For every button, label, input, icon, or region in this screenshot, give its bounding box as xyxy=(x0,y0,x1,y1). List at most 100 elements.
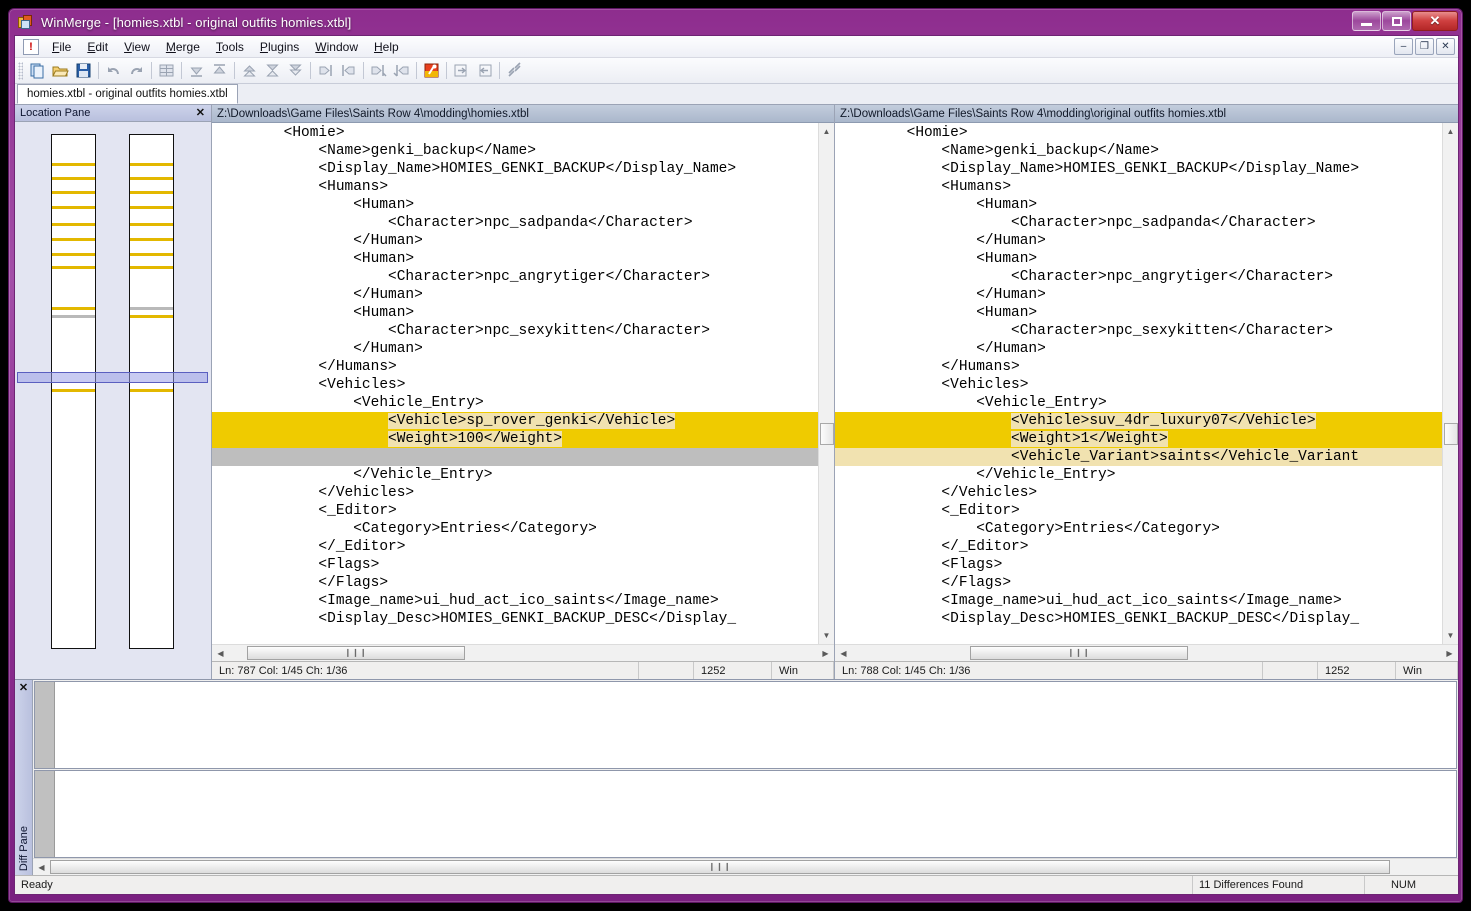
diff-options-icon[interactable] xyxy=(155,60,178,82)
menu-plugins[interactable]: Plugins xyxy=(252,37,307,57)
tab-homies-comparison[interactable]: homies.xtbl - original outfits homies.xt… xyxy=(17,84,238,104)
left-file-path[interactable]: Z:\Downloads\Game Files\Saints Row 4\mod… xyxy=(212,105,834,123)
copy-right-icon[interactable] xyxy=(314,60,337,82)
all-left-icon[interactable] xyxy=(473,60,496,82)
all-right-icon[interactable] xyxy=(450,60,473,82)
location-missing-marker[interactable] xyxy=(130,307,173,310)
location-diff-marker[interactable] xyxy=(130,315,173,318)
location-diff-marker[interactable] xyxy=(52,223,95,226)
diff-pane-hscroll-thumb[interactable]: ❙❙❙ xyxy=(50,859,1390,874)
code-line[interactable]: </Human> xyxy=(212,232,818,250)
location-diff-marker[interactable] xyxy=(130,389,173,392)
code-line[interactable]: <Display_Name>HOMIES_GENKI_BACKUP</Displ… xyxy=(835,160,1442,178)
maximize-button[interactable] xyxy=(1382,11,1411,31)
right-scroll-left-icon[interactable]: ◀ xyxy=(835,645,852,662)
copy-left-and-advance-icon[interactable] xyxy=(390,60,413,82)
right-hscroll-thumb[interactable]: ❙❙❙ xyxy=(970,645,1188,660)
code-line[interactable]: </Vehicles> xyxy=(212,484,818,502)
left-scroll-thumb[interactable] xyxy=(820,423,834,445)
mdi-close-button[interactable]: ✕ xyxy=(1436,38,1455,55)
location-diff-marker[interactable] xyxy=(130,266,173,269)
toolbar-grip[interactable] xyxy=(18,61,23,80)
code-line[interactable]: <Vehicles> xyxy=(835,376,1442,394)
left-scroll-left-icon[interactable]: ◀ xyxy=(212,645,229,662)
diff-pane-left-text[interactable] xyxy=(55,682,1456,768)
right-vertical-scrollbar[interactable]: ▲ ▼ xyxy=(1442,123,1458,644)
diff-pane-right-box[interactable] xyxy=(34,770,1457,858)
location-diff-marker[interactable] xyxy=(130,206,173,209)
first-difference-icon[interactable] xyxy=(238,60,261,82)
code-line[interactable]: <Character>npc_sexykitten</Character> xyxy=(212,322,818,340)
menu-edit[interactable]: Edit xyxy=(79,37,116,57)
right-horizontal-scrollbar[interactable]: ◀ ❙❙❙ ▶ xyxy=(835,644,1458,661)
code-line[interactable]: <Category>Entries</Category> xyxy=(212,520,818,538)
location-diff-marker[interactable] xyxy=(52,206,95,209)
code-line[interactable]: <Humans> xyxy=(835,178,1442,196)
code-line[interactable]: <Vehicle_Entry> xyxy=(212,394,818,412)
menu-help[interactable]: Help xyxy=(366,37,407,57)
refresh-icon[interactable] xyxy=(420,60,443,82)
code-line[interactable]: </Human> xyxy=(212,340,818,358)
code-line[interactable]: <Display_Desc>HOMIES_GENKI_BACKUP_DESC</… xyxy=(835,610,1442,628)
redo-icon[interactable] xyxy=(125,60,148,82)
mdi-document-icon[interactable]: ! xyxy=(23,38,39,55)
next-difference-icon[interactable] xyxy=(185,60,208,82)
right-text-view[interactable]: <Homie> <Name>genki_backup</Name> <Displ… xyxy=(835,123,1442,644)
close-button[interactable]: ✕ xyxy=(1412,11,1458,31)
code-line[interactable]: <Human> xyxy=(835,304,1442,322)
location-missing-marker[interactable] xyxy=(52,315,95,318)
code-line[interactable]: <Category>Entries</Category> xyxy=(835,520,1442,538)
left-scroll-down-icon[interactable]: ▼ xyxy=(819,627,835,644)
left-scroll-right-icon[interactable]: ▶ xyxy=(817,645,834,662)
right-scroll-right-icon[interactable]: ▶ xyxy=(1441,645,1458,662)
code-line[interactable]: <Homie> xyxy=(835,124,1442,142)
copy-right-and-advance-icon[interactable] xyxy=(367,60,390,82)
options-icon[interactable] xyxy=(503,60,526,82)
save-icon[interactable] xyxy=(72,60,95,82)
diff-pane-left-box[interactable] xyxy=(34,681,1457,769)
current-difference-icon[interactable] xyxy=(261,60,284,82)
diff-line[interactable]: <Vehicle>suv_4dr_luxury07</Vehicle> xyxy=(835,412,1442,430)
location-diff-marker[interactable] xyxy=(130,223,173,226)
code-line[interactable]: </Vehicles> xyxy=(835,484,1442,502)
code-line[interactable]: <Character>npc_angrytiger</Character> xyxy=(835,268,1442,286)
code-line[interactable]: <Human> xyxy=(212,250,818,268)
open-icon[interactable] xyxy=(49,60,72,82)
diff-pane-scroll-left-icon[interactable]: ◀ xyxy=(33,859,50,876)
code-line[interactable]: </Human> xyxy=(835,286,1442,304)
diff-pane-hscroll-track[interactable]: ❙❙❙ xyxy=(50,859,1458,876)
location-diff-marker[interactable] xyxy=(52,307,95,310)
mdi-restore-button[interactable]: ❐ xyxy=(1415,38,1434,55)
code-line[interactable]: <_Editor> xyxy=(835,502,1442,520)
code-line[interactable]: <Name>genki_backup</Name> xyxy=(212,142,818,160)
right-hscroll-track[interactable]: ❙❙❙ xyxy=(852,645,1441,662)
diff-line[interactable]: <Vehicle>sp_rover_genki</Vehicle> xyxy=(212,412,818,430)
code-line[interactable]: </Humans> xyxy=(212,358,818,376)
code-line[interactable]: <Flags> xyxy=(212,556,818,574)
menu-tools[interactable]: Tools xyxy=(208,37,252,57)
code-line[interactable]: <Vehicle_Entry> xyxy=(835,394,1442,412)
code-line[interactable]: <Humans> xyxy=(212,178,818,196)
code-line[interactable]: <Human> xyxy=(212,196,818,214)
location-diff-marker[interactable] xyxy=(52,238,95,241)
location-diff-marker[interactable] xyxy=(130,163,173,166)
code-line[interactable]: </Humans> xyxy=(835,358,1442,376)
code-line[interactable]: </Vehicle_Entry> xyxy=(212,466,818,484)
location-diff-marker[interactable] xyxy=(52,163,95,166)
menu-file[interactable]: File xyxy=(44,37,79,57)
left-vertical-scrollbar[interactable]: ▲ ▼ xyxy=(818,123,834,644)
code-line[interactable]: <Display_Name>HOMIES_GENKI_BACKUP</Displ… xyxy=(212,160,818,178)
left-text-view[interactable]: <Homie> <Name>genki_backup</Name> <Displ… xyxy=(212,123,818,644)
code-line[interactable]: </_Editor> xyxy=(835,538,1442,556)
location-diff-marker[interactable] xyxy=(52,177,95,180)
location-diff-marker[interactable] xyxy=(52,191,95,194)
left-horizontal-scrollbar[interactable]: ◀ ❙❙❙ ▶ xyxy=(212,644,834,661)
code-line[interactable]: </_Editor> xyxy=(212,538,818,556)
missing-line[interactable] xyxy=(212,448,818,466)
diff-pane-close-icon[interactable]: ✕ xyxy=(19,681,28,694)
code-line[interactable]: <_Editor> xyxy=(212,502,818,520)
right-file-path[interactable]: Z:\Downloads\Game Files\Saints Row 4\mod… xyxy=(835,105,1458,123)
location-diff-marker[interactable] xyxy=(130,253,173,256)
right-scroll-down-icon[interactable]: ▼ xyxy=(1443,627,1459,644)
previous-difference-icon[interactable] xyxy=(208,60,231,82)
